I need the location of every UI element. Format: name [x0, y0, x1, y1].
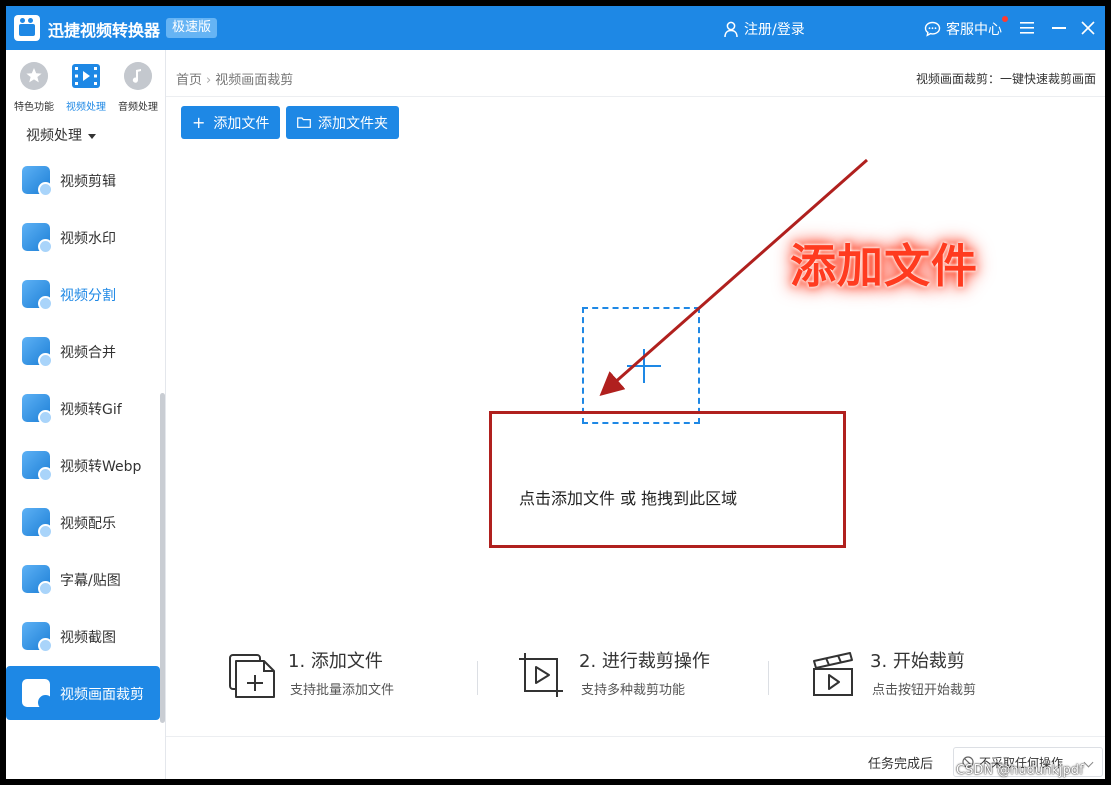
service-label-wrap: 客服中心 [946, 16, 1008, 39]
sidebar-item-watermark[interactable]: 视频水印 [6, 210, 160, 264]
category-header[interactable]: 视频处理 [26, 125, 96, 145]
breadcrumb-current: 视频画面裁剪 [215, 73, 294, 88]
chat-icon [924, 21, 941, 37]
step-divider [477, 661, 478, 695]
caret-down-icon [88, 133, 96, 139]
sidebar-item-music[interactable]: 视频配乐 [6, 495, 160, 549]
merge-icon [22, 337, 53, 368]
notification-dot [1002, 16, 1008, 22]
menu-icon[interactable] [1020, 22, 1034, 34]
tab-video-processing[interactable]: 视频处理 [58, 50, 114, 116]
gif-icon [22, 394, 53, 425]
screenshot-icon [22, 622, 53, 653]
step-title: 3. 开始裁剪 [870, 651, 965, 672]
split-icon [22, 280, 53, 311]
minimize-icon[interactable] [1052, 27, 1066, 29]
sidebar-scrollbar[interactable] [160, 393, 165, 723]
steps-guide: 1. 添加文件 支持批量添加文件 2. 进行裁剪操作 支持多种裁剪功能 3. 开… [166, 645, 1105, 705]
sidebar-item-label: 视频转Webp [60, 459, 142, 475]
sidebar-item-label: 视频水印 [60, 231, 116, 247]
add-file-button[interactable]: + 添加文件 [181, 106, 281, 139]
drop-hint[interactable]: 点击添加文件 或 拖拽到此区域 [519, 485, 737, 509]
clapper-icon [813, 652, 853, 696]
after-task-label: 任务完成后 [868, 757, 934, 772]
film-icon [72, 64, 100, 88]
annotation-label: 添加文件 [790, 239, 978, 293]
add-file-icon [229, 654, 275, 698]
service-center-button[interactable]: 客服中心 [924, 16, 1008, 39]
chevron-down-icon [1083, 757, 1094, 768]
sidebar-item-label: 视频分割 [60, 288, 116, 304]
sidebar-item-label: 视频配乐 [60, 516, 116, 532]
tab-featured[interactable]: 特色功能 [6, 50, 62, 116]
sidebar-item-split[interactable]: 视频分割 [6, 267, 160, 321]
breadcrumb-home[interactable]: 首页 [176, 73, 202, 88]
login-label: 注册/登录 [744, 22, 805, 38]
category-label: 视频处理 [26, 128, 82, 144]
add-folder-button[interactable]: 添加文件夹 [286, 106, 399, 139]
main-content: 首页 › 视频画面裁剪 视频画面裁剪：一键快速裁剪画面 + 添加文件 添加文件夹 点… [166, 50, 1105, 779]
sidebar-item-label: 视频截图 [60, 630, 116, 646]
watermark-icon [22, 223, 53, 254]
feature-description: 视频画面裁剪：一键快速裁剪画面 [915, 72, 1096, 86]
plus-icon: + [192, 112, 206, 132]
sidebar-item-to-webp[interactable]: 视频转Webp [6, 438, 160, 492]
user-icon [724, 21, 738, 37]
highlight-rectangle [489, 411, 846, 548]
crop-play-icon [519, 653, 563, 697]
sidebar-item-screenshot[interactable]: 视频截图 [6, 609, 160, 663]
speed-badge: 极速版 [166, 18, 218, 38]
step-divider [768, 661, 769, 695]
app-title: 迅捷视频转换器 [48, 21, 161, 40]
tab-audio-processing[interactable]: 音频处理 [110, 50, 165, 116]
step-title: 2. 进行裁剪操作 [579, 651, 710, 672]
tab-featured-label: 特色功能 [14, 102, 54, 113]
watermark: CSDN @hudunkjpdf [956, 763, 1084, 778]
step-desc: 支持多种裁剪功能 [581, 683, 686, 698]
tab-audio-processing-label: 音频处理 [118, 102, 158, 113]
breadcrumb: 首页 › 视频画面裁剪 [176, 69, 293, 88]
sticker-icon [22, 565, 53, 596]
add-folder-label: 添加文件夹 [318, 115, 388, 132]
close-icon[interactable] [1080, 20, 1096, 36]
sidebar-item-subtitle-sticker[interactable]: 字幕/贴图 [6, 552, 160, 606]
sidebar-item-crop[interactable]: 视频画面裁剪 [6, 666, 160, 720]
sidebar-item-to-gif[interactable]: 视频转Gif [6, 381, 160, 435]
step-title: 1. 添加文件 [288, 651, 383, 672]
folder-icon [297, 117, 311, 128]
step-desc: 支持批量添加文件 [290, 683, 395, 698]
webp-icon [22, 451, 53, 482]
chevron-right-icon: › [206, 73, 212, 88]
sidebar-item-label: 字幕/贴图 [60, 573, 121, 589]
music-icon [124, 62, 152, 90]
sidebar-item-video-edit[interactable]: 视频剪辑 [6, 153, 160, 207]
sidebar-item-merge[interactable]: 视频合并 [6, 324, 160, 378]
sidebar-item-label: 视频画面裁剪 [60, 687, 144, 703]
sidebar: 特色功能 视频处理 音频处理 视频处理 视频剪辑 视频水印 视频分割 视频合并 … [6, 50, 166, 779]
sidebar-item-label: 视频剪辑 [60, 174, 116, 190]
tab-video-processing-label: 视频处理 [66, 102, 106, 113]
crop-icon [22, 679, 53, 710]
header-divider [166, 96, 1105, 97]
sidebar-item-label: 视频合并 [60, 345, 116, 361]
top-tabs: 特色功能 视频处理 音频处理 [6, 50, 165, 118]
add-file-label: 添加文件 [213, 115, 270, 132]
video-edit-icon [22, 166, 53, 197]
step-desc: 点击按钮开始裁剪 [872, 683, 977, 698]
service-label: 客服中心 [946, 22, 1002, 38]
login-button[interactable]: 注册/登录 [724, 19, 805, 39]
app-logo-icon [14, 15, 40, 41]
music-note-icon [22, 508, 53, 539]
sidebar-item-label: 视频转Gif [60, 402, 122, 418]
footer-divider [166, 736, 1105, 737]
title-bar: 迅捷视频转换器 极速版 注册/登录 客服中心 [6, 6, 1105, 50]
star-icon [20, 62, 48, 90]
app-window: 迅捷视频转换器 极速版 注册/登录 客服中心 特色功能 视频处理 音频处理 视频… [6, 6, 1105, 779]
